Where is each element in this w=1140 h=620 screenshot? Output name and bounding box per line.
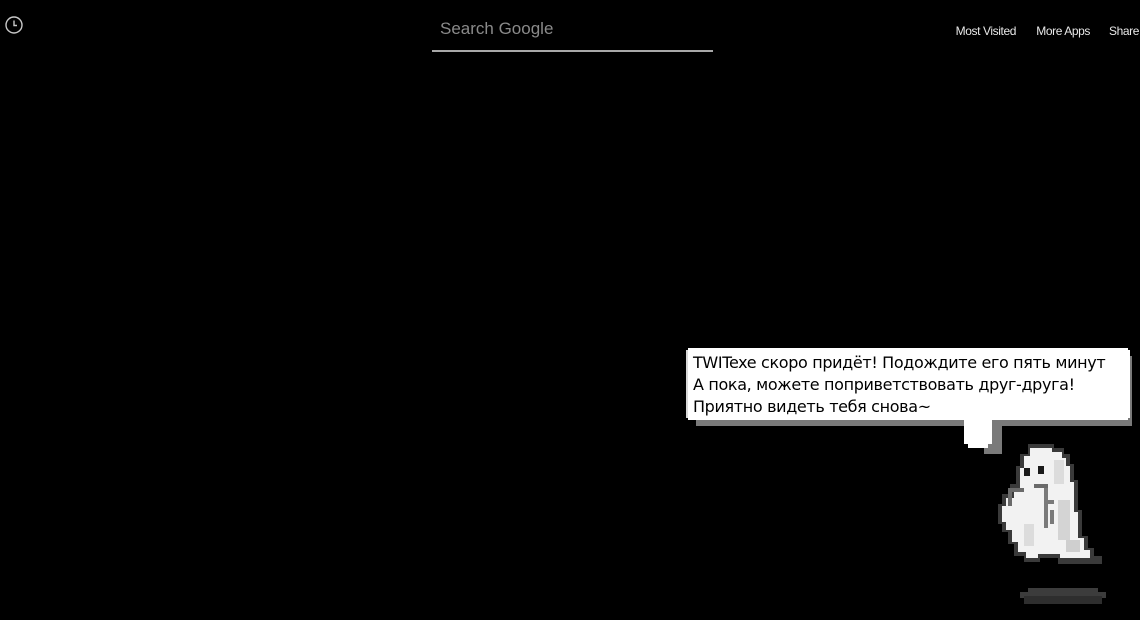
share-link[interactable]: Share — [1109, 24, 1139, 38]
pixel-ghost-icon — [998, 444, 1106, 604]
more-apps-link[interactable]: More Apps — [1036, 24, 1090, 38]
speech-line: Приятно видеть тебя снова~ — [693, 397, 931, 416]
speech-line: TWITexe скоро придёт! Подождите его пять… — [693, 353, 1106, 372]
speech-text: TWITexe скоро придёт! Подождите его пять… — [693, 352, 1133, 418]
search-box — [432, 12, 713, 52]
history-button[interactable] — [4, 15, 24, 35]
most-visited-link[interactable]: Most Visited — [956, 24, 1017, 38]
clock-icon — [5, 16, 23, 34]
ghost-mascot[interactable] — [994, 440, 1106, 612]
speech-line: А пока, можете поприветствовать друг-дру… — [693, 375, 1075, 394]
search-input[interactable] — [432, 12, 713, 46]
